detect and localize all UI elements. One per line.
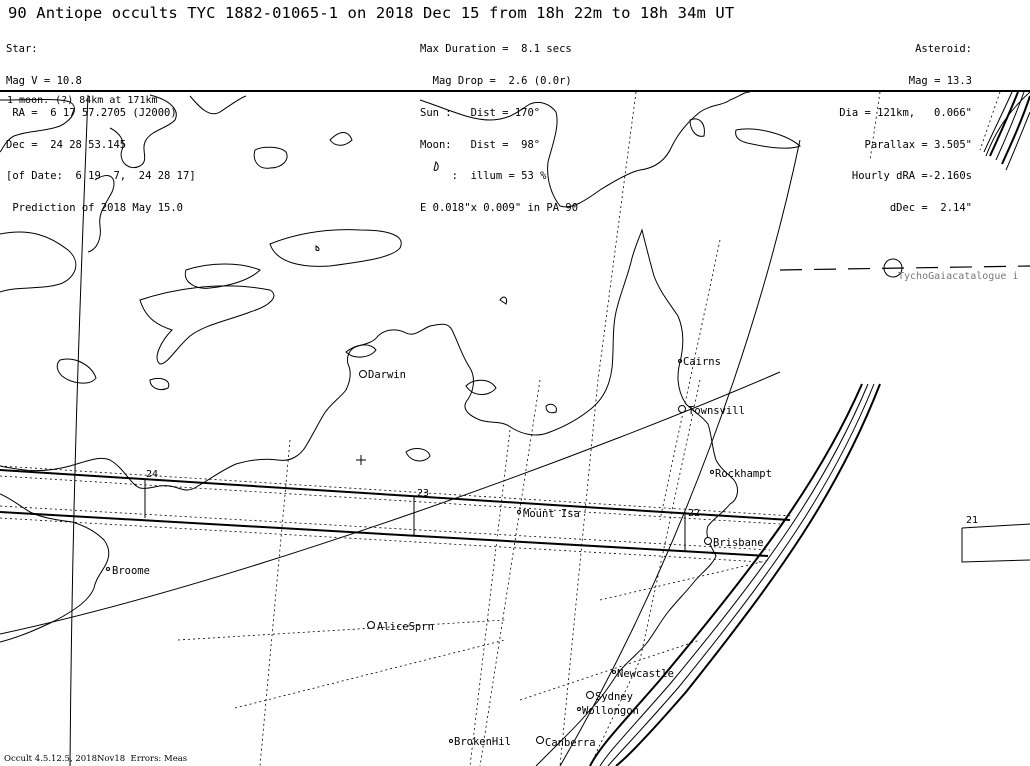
- city-rockhampton: Rockhampt: [710, 468, 772, 480]
- city-label: Sydney: [595, 691, 633, 703]
- footer-version: Occult 4.5.12.5, 2018Nov18 Errors: Meas: [4, 754, 188, 764]
- time-label-24: 24: [146, 469, 158, 480]
- asteroid-line: Mag = 13.3: [908, 74, 972, 87]
- city-canberra: Canberra: [536, 736, 596, 749]
- catalogue-note: TychoGaiacatalogue i: [898, 271, 1018, 282]
- header-divider: [0, 90, 1030, 92]
- city-newcastle: Newcastle: [612, 668, 674, 680]
- city-label: Newcastle: [617, 668, 674, 680]
- asteroid-info: Asteroid: Mag = 13.3 Dia = 121km, 0.066"…: [839, 23, 972, 235]
- time-label-23: 23: [417, 488, 429, 499]
- event-line: Mag Drop = 2.6 (0.0r): [420, 74, 572, 87]
- city-label: Rockhampt: [715, 468, 772, 480]
- city-label: Wollongon: [582, 705, 639, 717]
- city-label: Townsvill: [688, 405, 745, 417]
- asteroid-line: Asteroid:: [915, 43, 972, 56]
- city-wollongong: Wollongon: [577, 705, 639, 717]
- asteroid-line: Hourly dRA =-2.160s: [851, 170, 972, 183]
- star-line: Dec = 24 28 53.145: [6, 138, 127, 151]
- city-label: Canberra: [545, 737, 596, 749]
- city-sydney: Sydney: [586, 691, 633, 703]
- star-line: RA = 6 17 57.2705 (J2000): [6, 106, 177, 119]
- city-label: Darwin: [368, 369, 406, 381]
- star-line: Prediction of 2018 May 15.0: [6, 202, 184, 215]
- time-label-21: 21: [966, 515, 978, 526]
- page-title: 90 Antiope occults TYC 1882-01065-1 on 2…: [8, 4, 735, 22]
- star-info: Star: Mag V = 10.8 RA = 6 17 57.2705 (J2…: [6, 23, 196, 235]
- star-line: Star:: [6, 43, 38, 56]
- crosshair-marker: [356, 455, 366, 465]
- header-panel: 90 Antiope occults TYC 1882-01065-1 on 2…: [0, 0, 1030, 213]
- city-townsville: Townsvill: [678, 405, 745, 417]
- city-cairns: Cairns: [678, 356, 721, 368]
- event-line: E 0.018"x 0.009" in PA 90: [420, 202, 579, 215]
- star-line: Mag V = 10.8: [6, 74, 82, 87]
- asteroid-line: Dia = 121km, 0.066": [839, 106, 972, 119]
- asteroid-line: dDec = 2.14": [889, 202, 972, 215]
- city-darwin: Darwin: [359, 369, 406, 381]
- cities: Darwin Cairns Townsvill Rockhampt Mount …: [106, 356, 772, 749]
- event-line: Max Duration = 8.1 secs: [420, 43, 572, 56]
- center-line-extension: [779, 265, 1030, 271]
- asteroid-line: Parallax = 3.505": [864, 138, 972, 151]
- city-label: Broome: [112, 565, 150, 577]
- city-label: Cairns: [683, 356, 721, 368]
- city-label: Mount Isa: [523, 508, 580, 520]
- city-broome: Broome: [106, 565, 150, 577]
- city-label: BrokenHil: [454, 736, 511, 748]
- city-label: Brisbane: [713, 537, 764, 549]
- event-line: : illum = 53 %: [420, 170, 547, 183]
- event-line: Sun : Dist = 170°: [420, 106, 541, 119]
- shadow-path: [0, 465, 1030, 563]
- star-line: [of Date: 6 19 7, 24 28 17]: [6, 170, 196, 183]
- moon-note: 1 moon. (?) 84km at 171km: [7, 95, 158, 106]
- event-info: Max Duration = 8.1 secs Mag Drop = 2.6 (…: [420, 23, 578, 235]
- city-label: AliceSprn: [377, 621, 434, 633]
- city-mount-isa: Mount Isa: [517, 508, 580, 520]
- city-broken-hill: BrokenHil: [449, 736, 511, 748]
- city-brisbane: Brisbane: [704, 537, 764, 549]
- city-alice-springs: AliceSprn: [367, 621, 434, 633]
- time-label-22: 22: [688, 508, 700, 519]
- event-line: Moon: Dist = 98°: [420, 138, 541, 151]
